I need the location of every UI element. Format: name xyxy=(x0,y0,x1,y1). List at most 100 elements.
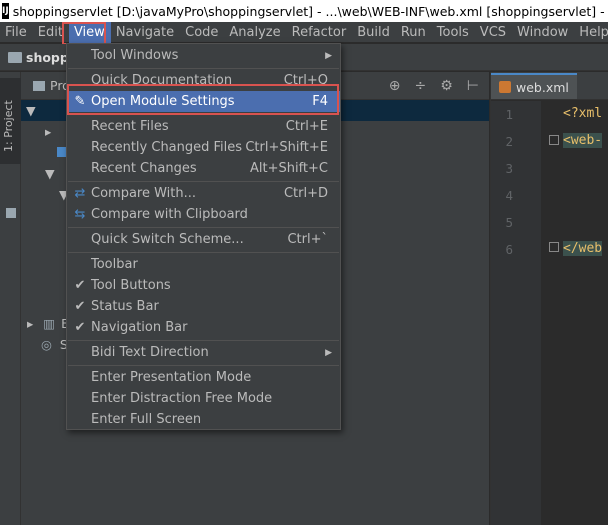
menu-item-enter-full-screen[interactable]: Enter Full Screen xyxy=(67,409,340,430)
expand-arrow-icon[interactable]: ▼ xyxy=(26,103,36,118)
line-number: 2 xyxy=(505,134,513,149)
menu-item-label: Toolbar xyxy=(91,257,138,272)
menu-item-toolbar[interactable]: Toolbar xyxy=(67,254,340,275)
check-icon: ✔ xyxy=(74,299,86,314)
menu-item-enter-distraction-free-mode[interactable]: Enter Distraction Free Mode xyxy=(67,388,340,409)
menu-item-shortcut: Ctrl+D xyxy=(283,186,328,201)
menu-separator xyxy=(68,114,339,115)
menu-separator xyxy=(68,181,339,182)
menu-item-label: Quick Documentation xyxy=(91,73,233,88)
check-icon: ✔ xyxy=(74,320,86,335)
structure-icon[interactable] xyxy=(6,208,16,218)
expand-arrow-icon[interactable]: ▸ xyxy=(27,316,33,331)
menu-separator xyxy=(68,365,339,366)
line-number: 5 xyxy=(505,215,513,230)
menu-item-tool-windows[interactable]: Tool Windows ▶ xyxy=(67,45,340,66)
menu-separator xyxy=(68,340,339,341)
project-tool-tab[interactable]: 1: Project xyxy=(0,78,21,164)
editor-area: web.xml 1 2 3 4 5 6 <?xml <web- </web xyxy=(490,72,608,525)
fold-marker-icon[interactable] xyxy=(549,135,559,145)
menu-item-label: Bidi Text Direction xyxy=(91,345,209,360)
library-icon: ▥ xyxy=(43,316,56,331)
fold-marker-icon[interactable] xyxy=(549,242,559,252)
menu-item-recent-files[interactable]: Recent Files Ctrl+E xyxy=(67,116,340,137)
hide-icon[interactable]: ⊢ xyxy=(467,78,479,94)
menu-item-label: Quick Switch Scheme... xyxy=(91,232,244,247)
clipboard-compare-icon: ⇆ xyxy=(74,207,86,222)
menu-separator xyxy=(68,252,339,253)
menu-item-bidi-text-direction[interactable]: Bidi Text Direction ▶ xyxy=(67,342,340,363)
menu-separator xyxy=(68,68,339,69)
menu-item-label: Recent Files xyxy=(91,119,169,134)
menu-code[interactable]: Code xyxy=(180,22,224,43)
line-number: 1 xyxy=(505,107,513,122)
menu-item-shortcut: F4 xyxy=(312,94,328,109)
menu-edit[interactable]: Edit xyxy=(33,22,69,43)
code-line[interactable]: </web xyxy=(563,241,603,256)
line-number-gutter: 1 2 3 4 5 6 xyxy=(491,101,541,525)
editor-tab-bar: web.xml xyxy=(491,72,608,100)
menu-run[interactable]: Run xyxy=(396,22,432,43)
menu-item-label: Compare with Clipboard xyxy=(91,207,248,222)
menu-analyze[interactable]: Analyze xyxy=(224,22,286,43)
code-line[interactable]: <web- xyxy=(563,133,603,148)
menu-item-tool-buttons[interactable]: ✔ Tool Buttons xyxy=(67,275,340,296)
submenu-arrow-icon: ▶ xyxy=(325,347,332,358)
menu-item-shortcut: Ctrl+E xyxy=(285,119,328,134)
title-bar: IJ shoppingservlet [D:\javaMyPro\shoppin… xyxy=(0,0,608,22)
edit-icon: ✎ xyxy=(74,94,86,109)
menu-vcs[interactable]: VCS xyxy=(475,22,512,43)
menu-item-enter-presentation-mode[interactable]: Enter Presentation Mode xyxy=(67,367,340,388)
menu-help[interactable]: Help xyxy=(574,22,608,43)
menu-item-compare-with[interactable]: ⇄ Compare With... Ctrl+D xyxy=(67,183,340,204)
code-line[interactable]: <?xml xyxy=(563,106,602,121)
line-number: 3 xyxy=(505,161,513,176)
line-number: 6 xyxy=(505,242,513,257)
menu-item-label: Recent Changes xyxy=(91,161,197,176)
menu-item-recently-changed-files[interactable]: Recently Changed Files Ctrl+Shift+E xyxy=(67,137,340,158)
check-icon: ✔ xyxy=(74,278,86,293)
line-number: 4 xyxy=(505,188,513,203)
editor-tab-label: web.xml xyxy=(516,79,569,95)
menu-item-shortcut: Ctrl+` xyxy=(287,232,328,247)
locate-icon[interactable]: ⊕ xyxy=(389,78,401,94)
menu-item-status-bar[interactable]: ✔ Status Bar xyxy=(67,296,340,317)
menu-item-label: Compare With... xyxy=(91,186,197,201)
scratches-icon: ◎ xyxy=(41,337,52,352)
menu-navigate[interactable]: Navigate xyxy=(111,22,180,43)
tree-row[interactable]: ▼ xyxy=(45,163,55,184)
menu-item-label: Enter Distraction Free Mode xyxy=(91,391,273,406)
project-icon xyxy=(33,80,45,91)
menu-item-shortcut: Ctrl+Shift+E xyxy=(245,140,328,155)
menu-item-compare-with-clipboard[interactable]: ⇆ Compare with Clipboard xyxy=(67,204,340,225)
xml-file-icon xyxy=(499,81,511,93)
compare-icon: ⇄ xyxy=(74,186,86,201)
menu-item-label: Tool Windows xyxy=(91,48,179,63)
menu-view[interactable]: View xyxy=(68,21,111,43)
menu-item-label: Enter Full Screen xyxy=(91,412,202,427)
menu-item-label: Open Module Settings xyxy=(91,94,235,109)
menu-item-quick-documentation[interactable]: Quick Documentation Ctrl+Q xyxy=(67,70,340,91)
tree-row[interactable]: ▸ xyxy=(45,121,51,142)
tree-row-external-libraries[interactable]: ▸ ▥ E xyxy=(27,313,69,334)
menu-item-quick-switch-scheme[interactable]: Quick Switch Scheme... Ctrl+` xyxy=(67,229,340,250)
left-tool-strip: 1: Project xyxy=(0,72,21,525)
menu-window[interactable]: Window xyxy=(512,22,574,43)
menu-item-shortcut: Ctrl+Q xyxy=(283,73,328,88)
editor-tab-web-xml[interactable]: web.xml xyxy=(491,73,577,99)
folder-icon xyxy=(8,51,22,63)
menu-refactor[interactable]: Refactor xyxy=(287,22,353,43)
breadcrumb-project[interactable]: shopp xyxy=(26,50,69,65)
view-menu-dropdown: Tool Windows ▶ Quick Documentation Ctrl+… xyxy=(66,43,341,430)
gear-icon[interactable]: ⚙ xyxy=(440,78,453,94)
menu-build[interactable]: Build xyxy=(352,22,396,43)
menu-file[interactable]: File xyxy=(0,22,33,43)
menu-item-open-module-settings[interactable]: ✎ Open Module Settings F4 xyxy=(67,91,340,112)
collapse-icon[interactable]: ÷ xyxy=(415,78,427,94)
menu-tools[interactable]: Tools xyxy=(432,22,475,43)
tree-row-scratches[interactable]: ◎ S xyxy=(41,334,68,355)
menu-item-recent-changes[interactable]: Recent Changes Alt+Shift+C xyxy=(67,158,340,179)
window-title: shoppingservlet [D:\javaMyPro\shoppingse… xyxy=(12,3,608,19)
menu-item-navigation-bar[interactable]: ✔ Navigation Bar xyxy=(67,317,340,338)
menu-item-label: Tool Buttons xyxy=(91,278,171,293)
